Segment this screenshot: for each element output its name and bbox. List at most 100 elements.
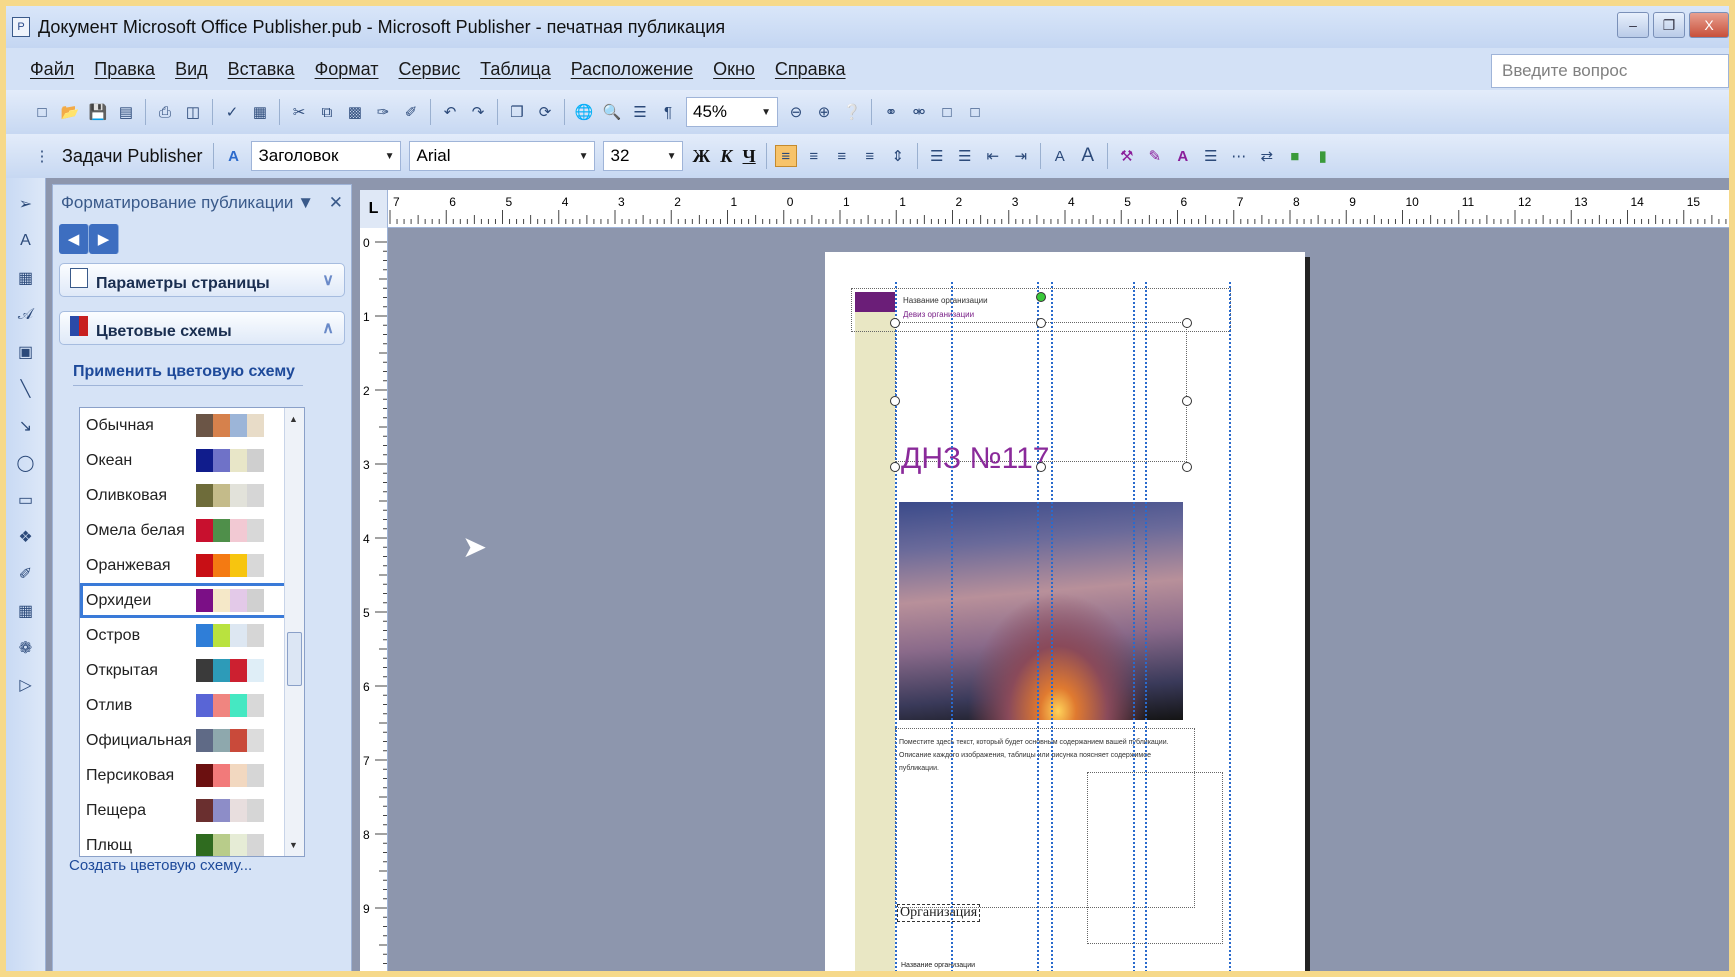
help-search-input[interactable]: Введите вопрос bbox=[1491, 54, 1729, 88]
brush-icon[interactable]: ✐ bbox=[400, 101, 422, 123]
color-scheme-item[interactable]: Океан bbox=[80, 443, 304, 478]
permission-icon[interactable]: ▤ bbox=[115, 101, 137, 123]
back-icon[interactable]: ◀ bbox=[59, 224, 89, 254]
styles-icon[interactable]: A bbox=[222, 145, 244, 167]
italic-button[interactable]: К bbox=[720, 146, 732, 167]
open-icon[interactable]: 📂 bbox=[59, 101, 81, 123]
link-text-box-icon[interactable]: ⚭ bbox=[880, 101, 902, 123]
menu-help[interactable]: Справка bbox=[775, 59, 846, 80]
fill-color-icon[interactable]: ⚒ bbox=[1116, 145, 1138, 167]
find-icon[interactable]: 🔍 bbox=[601, 101, 623, 123]
color-scheme-item[interactable]: Омела белая bbox=[80, 513, 304, 548]
menu-table[interactable]: Таблица bbox=[480, 59, 551, 80]
color-scheme-item[interactable]: Плющ bbox=[80, 828, 304, 856]
close-button[interactable]: X bbox=[1689, 12, 1729, 38]
color-scheme-item[interactable]: Остров bbox=[80, 618, 304, 653]
color-scheme-item[interactable]: Обычная bbox=[80, 408, 304, 443]
redo-icon[interactable]: ↷ bbox=[467, 101, 489, 123]
font-color-icon[interactable]: A bbox=[1172, 145, 1194, 167]
copy-icon[interactable]: ⧉ bbox=[316, 101, 338, 123]
pilcrow-icon[interactable]: ¶ bbox=[657, 101, 679, 123]
3d-style-icon[interactable]: ▮ bbox=[1312, 145, 1334, 167]
menu-insert[interactable]: Вставка bbox=[228, 59, 295, 80]
resize-handle[interactable] bbox=[1036, 318, 1046, 328]
close-icon[interactable]: ✕ bbox=[329, 193, 343, 212]
resize-handle[interactable] bbox=[890, 462, 900, 472]
color-scheme-item[interactable]: Оранжевая bbox=[80, 548, 304, 583]
expand-icon[interactable]: ∨ bbox=[322, 270, 334, 290]
vertical-ruler[interactable]: 0 1 2 3 4 5 6 7 8 9 bbox=[360, 228, 388, 971]
style-select[interactable]: Заголовок ▼ bbox=[251, 141, 402, 171]
publication-heading[interactable]: ДНЗ №117 bbox=[901, 442, 1049, 476]
task-pane-menu-icon[interactable]: ▼ bbox=[297, 193, 314, 212]
break-link-icon[interactable]: ⚮ bbox=[908, 101, 930, 123]
menu-tools[interactable]: Сервис bbox=[399, 59, 461, 80]
zoom-select[interactable]: 45% ▼ bbox=[686, 97, 778, 127]
autoshapes-icon[interactable]: ❖ bbox=[14, 525, 38, 549]
color-scheme-item[interactable]: Оливковая bbox=[80, 478, 304, 513]
numbering-icon[interactable]: ☰ bbox=[926, 145, 948, 167]
next-frame-icon[interactable]: □ bbox=[964, 101, 986, 123]
shadow-style-icon[interactable]: ■ bbox=[1284, 145, 1306, 167]
line-spacing-icon[interactable]: ⇕ bbox=[887, 145, 909, 167]
body-text[interactable]: Поместите здесь текст, который будет осн… bbox=[899, 736, 1179, 775]
increase-font-size-icon[interactable]: A bbox=[1077, 145, 1099, 167]
menu-window[interactable]: Окно bbox=[713, 59, 755, 80]
hyperlink-icon[interactable]: 🌐 bbox=[573, 101, 595, 123]
clip-organizer-icon[interactable]: ❁ bbox=[14, 636, 38, 660]
print-preview-icon[interactable]: ◫ bbox=[182, 101, 204, 123]
create-color-scheme-link[interactable]: Создать цветовую схему... bbox=[69, 857, 252, 874]
spelling-icon[interactable]: ✓ bbox=[221, 101, 243, 123]
select-pointer-icon[interactable]: ➢ bbox=[14, 192, 38, 216]
color-scheme-list[interactable]: Обычная Океан Оливковая Омела белая Оранжева… bbox=[79, 407, 305, 857]
publication-page[interactable]: Название организации Девиз организации Д… bbox=[825, 252, 1305, 971]
forward-icon[interactable]: ▶ bbox=[89, 224, 119, 254]
wordart-icon[interactable]: 𝒜 bbox=[14, 303, 38, 327]
align-right-icon[interactable]: ≡ bbox=[831, 145, 853, 167]
rectangle-icon[interactable]: ▭ bbox=[14, 488, 38, 512]
columns-icon[interactable]: ☰ bbox=[629, 101, 651, 123]
color-scheme-item[interactable]: Открытая bbox=[80, 653, 304, 688]
footer-organization-name[interactable]: Название организации bbox=[901, 962, 975, 969]
publisher-tasks-button[interactable]: Задачи Publisher bbox=[62, 146, 202, 167]
picture-frame-icon[interactable]: ▣ bbox=[14, 340, 38, 364]
line-icon[interactable]: ╲ bbox=[14, 377, 38, 401]
paste-icon[interactable]: ▩ bbox=[344, 101, 366, 123]
arrow-style-icon[interactable]: ⇄ bbox=[1256, 145, 1278, 167]
minimize-button[interactable]: – bbox=[1617, 12, 1649, 38]
resize-handle[interactable] bbox=[1036, 462, 1046, 472]
color-scheme-item[interactable]: Официальная bbox=[80, 723, 304, 758]
tab-selector-button[interactable]: L bbox=[360, 190, 388, 228]
publisher-app-icon[interactable]: P bbox=[12, 17, 30, 37]
oval-icon[interactable]: ◯ bbox=[14, 451, 38, 475]
color-scheme-item[interactable]: Отлив bbox=[80, 688, 304, 723]
zoom-in-icon[interactable]: ⊕ bbox=[813, 101, 835, 123]
dash-style-icon[interactable]: ⋯ bbox=[1228, 145, 1250, 167]
help-icon[interactable]: ❔ bbox=[841, 101, 863, 123]
resize-handle[interactable] bbox=[1182, 462, 1192, 472]
undo-icon[interactable]: ↶ bbox=[439, 101, 461, 123]
hot-spot-icon[interactable]: ✐ bbox=[14, 562, 38, 586]
rotate-handle[interactable] bbox=[1036, 292, 1046, 302]
align-center-icon[interactable]: ≡ bbox=[803, 145, 825, 167]
align-left-icon[interactable]: ≡ bbox=[774, 145, 797, 167]
text-box-icon[interactable]: A bbox=[14, 229, 38, 253]
increase-indent-icon[interactable]: ⇥ bbox=[1010, 145, 1032, 167]
line-color-icon[interactable]: ✎ bbox=[1144, 145, 1166, 167]
page-options-section[interactable]: Параметры страницы ∨ bbox=[59, 263, 345, 297]
organization-motto[interactable]: Девиз организации bbox=[903, 310, 974, 319]
color-scheme-item[interactable]: Персиковая bbox=[80, 758, 304, 793]
design-gallery-icon[interactable]: ▦ bbox=[14, 599, 38, 623]
heading-frame[interactable] bbox=[895, 322, 1187, 462]
scheme-list-scrollbar[interactable]: ▲ ▼ bbox=[284, 408, 304, 856]
menu-arrange[interactable]: Расположение bbox=[571, 59, 693, 80]
resize-handle[interactable] bbox=[1182, 396, 1192, 406]
menu-file[interactable]: Файл bbox=[30, 59, 74, 80]
menu-view[interactable]: Вид bbox=[175, 59, 208, 80]
decrease-indent-icon[interactable]: ⇤ bbox=[982, 145, 1004, 167]
line-style-icon[interactable]: ☰ bbox=[1200, 145, 1222, 167]
horizontal-ruler[interactable]: 7 6 5 4 3 2 1 0 1 1 2 3 4 5 6 7 8 9 10 11 12 13 14 15 bbox=[360, 190, 1729, 228]
scroll-down-icon[interactable]: ▼ bbox=[289, 840, 298, 850]
organization-name[interactable]: Название организации bbox=[903, 296, 988, 305]
previous-frame-icon[interactable]: □ bbox=[936, 101, 958, 123]
